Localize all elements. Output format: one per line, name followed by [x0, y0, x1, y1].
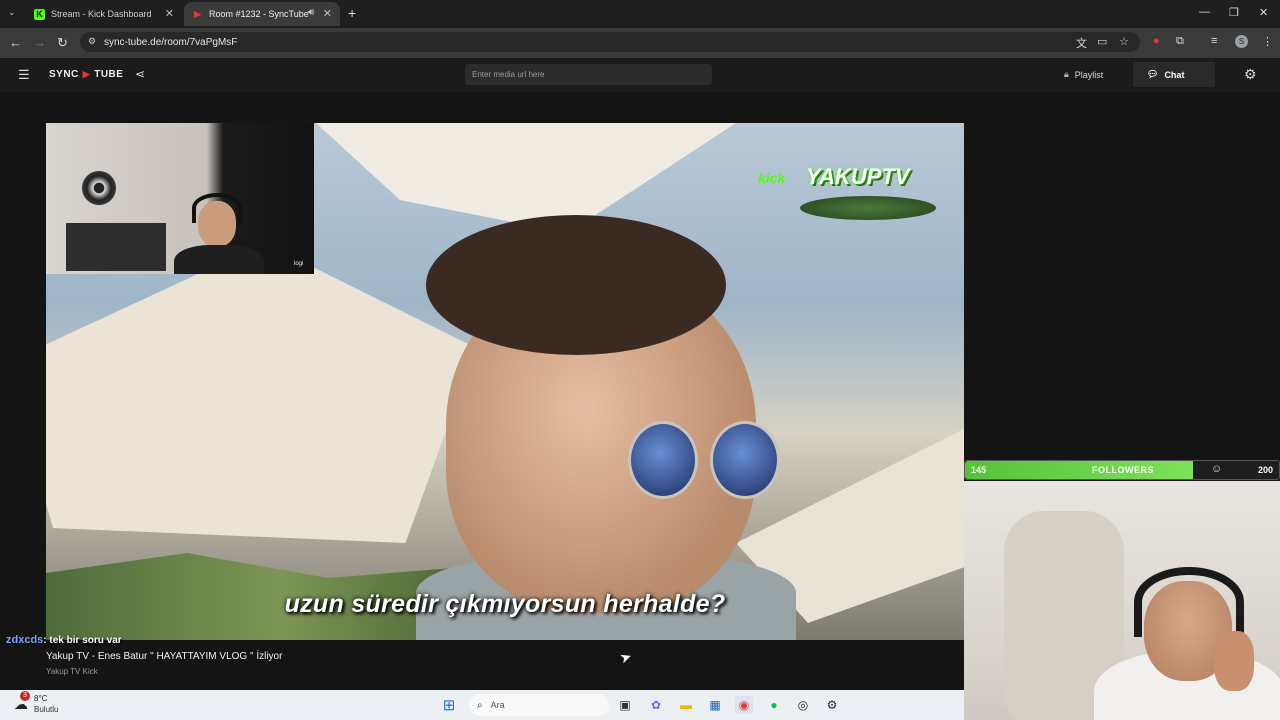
scene-hair — [426, 215, 726, 355]
site-info-icon[interactable]: ⚙ — [88, 36, 96, 47]
close-tab-icon[interactable]: ✕ — [323, 7, 332, 20]
followers-current: 145 — [971, 465, 987, 475]
followers-label: FOLLOWERS — [1092, 465, 1154, 475]
spotify-icon[interactable]: ● — [765, 696, 783, 714]
scene-headset — [192, 193, 242, 223]
tab-kick-dashboard[interactable]: K Stream - Kick Dashboard ✕ — [26, 2, 182, 26]
scene-lens-left — [628, 421, 698, 499]
smiley-icon: ☺ — [1211, 463, 1223, 475]
logo-play-icon: ▶ — [82, 69, 91, 79]
hamburger-menu-icon[interactable]: ☰ — [18, 67, 30, 83]
tab-search-button[interactable]: ⌄ — [8, 7, 16, 18]
logo-tube: TUBE — [94, 69, 124, 80]
kick-icon: K — [34, 8, 45, 20]
forward-icon[interactable]: → — [33, 35, 46, 51]
streamer-webcam-main — [964, 481, 1280, 720]
file-explorer-icon[interactable]: ▬ — [677, 696, 695, 714]
chat-message-text: : tek bir soru var — [43, 635, 122, 646]
playlist-button[interactable]: 🔒︎ Playlist — [1050, 62, 1117, 87]
scene-lens-right — [710, 421, 780, 499]
steam-icon[interactable]: ⚙ — [823, 696, 841, 714]
watermark-brand-text: YAKUPTV — [806, 164, 910, 189]
cast-icon[interactable]: ▭ — [1097, 35, 1107, 48]
notification-badge: 3 — [20, 691, 30, 701]
media-url-input[interactable] — [465, 64, 712, 85]
followers-goal: 200 — [1257, 465, 1273, 475]
obs-icon[interactable]: ◎ — [794, 696, 812, 714]
url-text: sync-tube.de/room/7vaPgMsF — [104, 36, 238, 48]
search-label: Ara — [490, 700, 505, 710]
settings-gear-icon[interactable]: ⚙ — [1244, 66, 1257, 83]
playlist-label: Playlist — [1074, 69, 1104, 80]
bookmark-star-icon[interactable]: ☆ — [1119, 35, 1129, 48]
webcam-brand-label: logi — [294, 261, 304, 267]
chrome-icon[interactable]: ◉ — [735, 696, 753, 714]
address-bar[interactable]: ⚙ sync-tube.de/room/7vaPgMsF — [80, 32, 1140, 52]
reload-icon[interactable]: ↻ — [57, 35, 68, 51]
scene-umbrella-left — [46, 243, 476, 543]
followers-goal-bar: FOLLOWERS 145 ☺ 200 — [964, 460, 1280, 480]
chat-overlay-message: zdxcds: tek bir soru var — [6, 634, 122, 646]
tab-title: Room #1232 - SyncTube — [209, 9, 309, 19]
scene-hand — [1214, 631, 1254, 691]
extension-red-icon[interactable]: ● — [1153, 35, 1160, 47]
tab-title: Stream - Kick Dashboard — [51, 9, 152, 19]
scene-dartboard — [82, 171, 116, 205]
task-view-icon[interactable]: ▣ — [616, 696, 634, 714]
tab-synctube-room[interactable]: ▶ Room #1232 - SyncTube 🔊︎ ✕ — [184, 2, 340, 26]
extensions-puzzle-icon[interactable]: ⧉ — [1176, 35, 1184, 48]
share-icon[interactable]: ⋖ — [135, 67, 145, 81]
playlist-lock-icon: 🔒︎ — [1064, 69, 1069, 79]
taskbar-search[interactable]: ⌕ Ara — [469, 694, 609, 716]
logo-sync: SYNC — [49, 69, 79, 80]
chat-button[interactable]: 💬︎ Chat — [1133, 62, 1215, 87]
back-icon[interactable]: ← — [9, 35, 22, 51]
now-playing-title: Yakup TV - Enes Batur " HAYATTAYIM VLOG … — [46, 651, 283, 662]
synctube-icon: ▶ — [194, 8, 201, 19]
weather-temperature: 8°C — [34, 694, 48, 703]
video-subtitle: uzun süredir çıkmıyorsun herhalde? — [284, 590, 726, 618]
search-icon: ⌕ — [477, 699, 483, 711]
watermark-base — [800, 196, 936, 220]
close-window-icon[interactable]: ✕ — [1259, 6, 1268, 19]
watermark-kick-text: kick — [758, 170, 786, 186]
close-tab-icon[interactable]: ✕ — [165, 7, 174, 20]
maximize-icon[interactable]: ❐ — [1229, 6, 1239, 19]
chat-username: zdxcds — [6, 634, 44, 646]
streamer-webcam-overlay: logi — [46, 123, 314, 274]
windows-start-icon[interactable]: ⊞ — [440, 696, 458, 714]
scene-headset — [1134, 567, 1244, 637]
synctube-logo[interactable]: SYNC ▶ TUBE — [49, 69, 123, 80]
chat-bubble-icon: 💬︎ — [1147, 69, 1159, 79]
new-tab-button[interactable]: + — [348, 5, 356, 21]
copilot-icon[interactable]: ✿ — [647, 696, 665, 714]
audio-playing-icon[interactable]: 🔊︎ — [308, 7, 314, 18]
yakuptv-watermark-logo: kick YAKUPTV — [756, 144, 936, 220]
reading-list-icon[interactable]: ≡ — [1211, 35, 1217, 47]
scene-person-body — [174, 245, 264, 274]
profile-avatar[interactable]: S — [1235, 35, 1248, 48]
scene-umbrella-top — [316, 123, 736, 233]
scene-monitor — [66, 223, 166, 271]
weather-condition: Bulutlu — [34, 705, 59, 714]
store-icon[interactable]: ▦ — [706, 696, 724, 714]
translate-icon[interactable]: 文 — [1076, 35, 1087, 51]
browser-menu-icon[interactable]: ⋮ — [1262, 35, 1273, 48]
now-playing-channel[interactable]: Yakup TV Kick — [46, 667, 98, 676]
browser-tab-strip: ⌄ K Stream - Kick Dashboard ✕ ▶ Room #12… — [0, 0, 1280, 28]
minimize-icon[interactable]: — — [1199, 6, 1210, 18]
chat-label: Chat — [1164, 69, 1185, 80]
